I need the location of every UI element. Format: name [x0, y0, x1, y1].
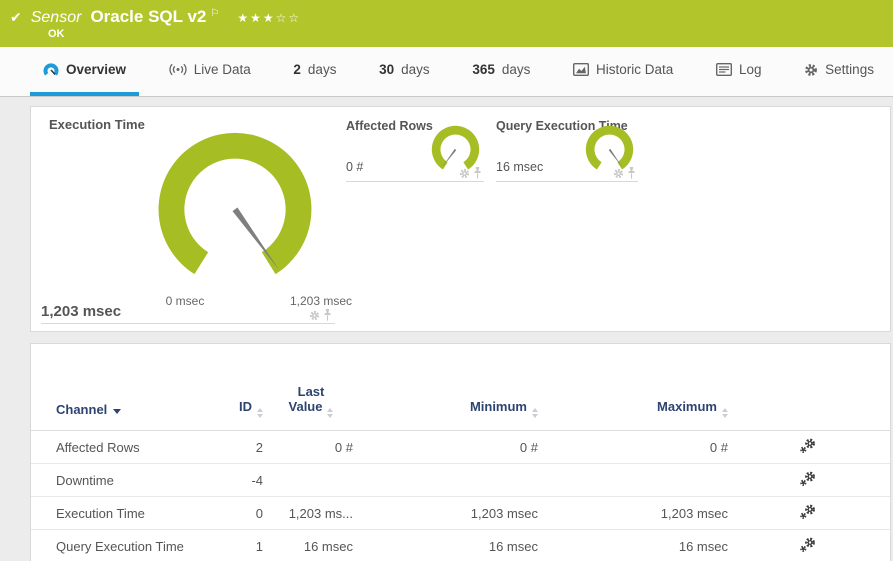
gear-icon [805, 63, 818, 76]
column-label: ID [239, 399, 252, 414]
gauge-pin-icon[interactable] [627, 167, 636, 179]
channel-id: 0 [216, 496, 266, 530]
channel-table: Channel ID Last Value Minimum Maximum Af… [31, 344, 890, 561]
gauge-current-value: 0 # [346, 160, 364, 174]
column-label: Minimum [469, 399, 527, 414]
gauge-arc [585, 125, 634, 170]
sort-icon [532, 408, 538, 418]
gauge-max-label: 1,203 msec [289, 294, 353, 308]
tab-bar: Overview Live Data 2 days 30 days 365 da… [0, 47, 893, 97]
priority-stars[interactable]: ★★★☆☆ [237, 11, 301, 25]
log-icon [715, 63, 732, 76]
column-label: Last [297, 384, 325, 399]
tab-2-days[interactable]: 2 days [280, 47, 349, 96]
tab-label: Historic Data [596, 62, 674, 77]
channel-settings-gears-icon[interactable] [799, 471, 817, 490]
overview-gauges-panel: Execution Time 0 msec 1,203 msec 1,203 m… [30, 106, 891, 332]
channel-maximum: 16 msec [541, 529, 731, 561]
tab-label: days [401, 62, 430, 77]
gauge-settings-gear-icon[interactable] [459, 168, 470, 179]
column-header-maximum[interactable]: Maximum [541, 344, 731, 431]
channel-minimum: 16 msec [356, 529, 541, 561]
tab-30-days[interactable]: 30 days [366, 47, 443, 96]
gauge-min-label: 0 msec [165, 294, 205, 308]
priority-flag-icon[interactable]: ⚐ [210, 8, 219, 19]
table-row: Affected Rows 2 0 # 0 # 0 # [31, 430, 890, 464]
table-row: Execution Time 0 1,203 ms... 1,203 msec … [31, 496, 890, 530]
gauge-arc [431, 125, 480, 170]
broadcast-icon [169, 63, 187, 76]
column-header-id[interactable]: ID [216, 344, 266, 431]
tab-number: 365 [472, 62, 495, 77]
gauge-cell-query-execution-time: Query Execution Time 16 msec [496, 117, 638, 182]
tab-overview[interactable]: Overview [30, 47, 140, 96]
channel-minimum [356, 463, 541, 497]
channel-maximum: 0 # [541, 430, 731, 464]
column-header-actions [731, 344, 890, 431]
channel-last-value [266, 463, 356, 497]
channel-maximum [541, 463, 731, 497]
gauge-settings-gear-icon[interactable] [613, 168, 624, 179]
channel-last-value: 1,203 ms... [266, 496, 356, 530]
channel-settings-gears-icon[interactable] [799, 438, 817, 457]
channel-settings-gears-icon[interactable] [799, 537, 817, 556]
tab-settings[interactable]: Settings [791, 47, 887, 96]
column-header-channel[interactable]: Channel [31, 344, 216, 431]
column-header-last-value[interactable]: Last Value [266, 344, 356, 431]
channel-settings-gears-icon[interactable] [799, 504, 817, 523]
tab-log[interactable]: Log [703, 47, 775, 96]
gauge-settings-gear-icon[interactable] [309, 310, 320, 321]
gauge-cell-divider [41, 323, 335, 324]
channel-name[interactable]: Downtime [31, 463, 216, 497]
tab-label: days [307, 62, 337, 77]
sensor-kicker: Sensor [30, 9, 82, 26]
chart-icon [573, 62, 590, 76]
table-row: Downtime -4 [31, 463, 890, 497]
channel-maximum: 1,203 msec [541, 496, 731, 530]
tab-label: days [501, 62, 531, 77]
channel-name[interactable]: Execution Time [31, 496, 216, 530]
page-title: Oracle SQL v2 [90, 7, 207, 26]
channel-id: -4 [216, 463, 266, 497]
tab-label: Overview [66, 62, 127, 77]
column-header-minimum[interactable]: Minimum [356, 344, 541, 431]
tab-live-data[interactable]: Live Data [156, 47, 264, 96]
channel-name[interactable]: Affected Rows [31, 430, 216, 464]
gauge-cell-affected-rows: Affected Rows 0 # [346, 117, 484, 182]
gauge-title-execution-time: Execution Time [49, 117, 145, 132]
channel-id: 2 [216, 430, 266, 464]
table-row: Query Execution Time 1 16 msec 16 msec 1… [31, 529, 890, 561]
channel-minimum: 0 # [356, 430, 541, 464]
channel-id: 1 [216, 529, 266, 561]
tab-label: Live Data [193, 62, 251, 77]
gauge-icon [43, 62, 59, 76]
gauge-pin-icon[interactable] [323, 309, 332, 321]
channel-last-value: 0 # [266, 430, 356, 464]
channel-last-value: 16 msec [266, 529, 356, 561]
sort-icon [327, 408, 334, 418]
column-label: Channel [56, 402, 108, 417]
sort-icon [722, 408, 728, 418]
status-badge: OK [48, 28, 65, 40]
tab-historic-data[interactable]: Historic Data [560, 47, 686, 96]
tab-label: Settings [825, 62, 874, 77]
channel-name[interactable]: Query Execution Time [31, 529, 216, 561]
status-check-icon: ✔ [10, 9, 22, 25]
sort-icon [257, 408, 263, 418]
tab-label: Log [738, 62, 762, 77]
column-label: Value [288, 399, 323, 414]
channel-table-panel: Channel ID Last Value Minimum Maximum Af… [30, 343, 891, 561]
column-label: Maximum [657, 399, 717, 414]
gauge-arc [158, 132, 312, 275]
channel-minimum: 1,203 msec [356, 496, 541, 530]
tab-number: 2 [293, 62, 301, 77]
execution-time-gauge [158, 132, 312, 275]
gauge-pin-icon[interactable] [473, 167, 482, 179]
sensor-header-bar: ✔ Sensor Oracle SQL v2 ⚐ ★★★☆☆ OK [0, 0, 893, 47]
tab-365-days[interactable]: 365 days [459, 47, 543, 96]
tab-number: 30 [379, 62, 395, 77]
sort-desc-icon [113, 409, 122, 414]
gauge-current-value: 1,203 msec [41, 303, 122, 320]
gauge-current-value: 16 msec [496, 160, 544, 174]
